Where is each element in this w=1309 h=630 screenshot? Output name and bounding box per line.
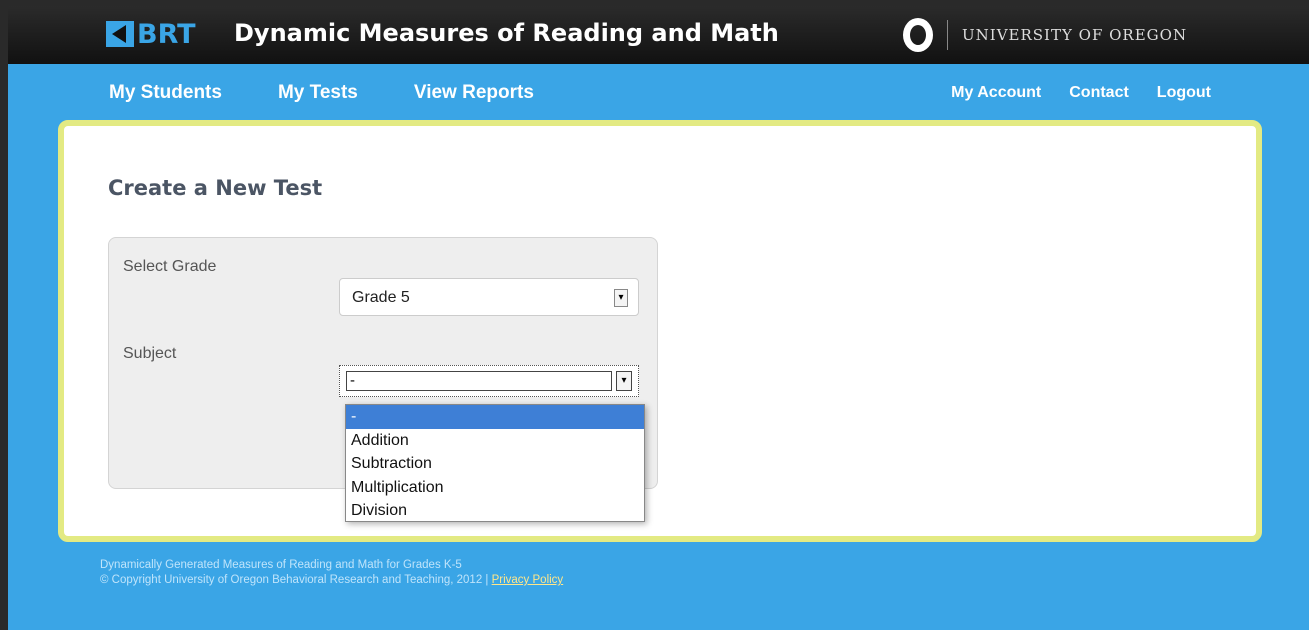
footer: Dynamically Generated Measures of Readin…	[100, 558, 563, 588]
subject-option[interactable]: Multiplication	[346, 476, 644, 500]
subject-dropdown-list: - Addition Subtraction Multiplication Di…	[345, 404, 645, 522]
brt-logo[interactable]: BRT	[106, 18, 196, 50]
site-title: Dynamic Measures of Reading and Math	[234, 19, 779, 47]
subject-option[interactable]: -	[346, 405, 644, 429]
logo-divider	[947, 20, 948, 50]
privacy-policy-link[interactable]: Privacy Policy	[492, 574, 564, 586]
footer-copyright: © Copyright University of Oregon Behavio…	[100, 574, 489, 586]
subject-label: Subject	[123, 345, 177, 362]
footer-line-1: Dynamically Generated Measures of Readin…	[100, 559, 462, 571]
brt-logo-text: BRT	[137, 18, 196, 50]
university-name: UNIVERSITY OF OREGON	[962, 26, 1188, 44]
subject-option[interactable]: Subtraction	[346, 452, 644, 476]
footer-line-2: © Copyright University of Oregon Behavio…	[100, 573, 563, 588]
grade-select[interactable]: Grade 5 ▾	[339, 278, 639, 316]
top-header: BRT Dynamic Measures of Reading and Math…	[8, 6, 1309, 64]
subject-option[interactable]: Division	[346, 499, 644, 523]
nav-view-reports[interactable]: View Reports	[414, 82, 534, 104]
subject-select[interactable]: - ▾	[339, 365, 639, 397]
brt-logo-icon	[106, 21, 134, 47]
university-logo[interactable]: UNIVERSITY OF OREGON	[903, 16, 1187, 54]
chevron-down-icon[interactable]: ▾	[616, 371, 632, 391]
page-title: Create a New Test	[108, 176, 323, 200]
subject-option[interactable]: Addition	[346, 429, 644, 453]
nav-my-account[interactable]: My Account	[951, 84, 1041, 102]
subject-select-value: -	[346, 371, 612, 391]
nav-logout[interactable]: Logout	[1157, 84, 1211, 102]
chevron-down-icon[interactable]: ▾	[614, 289, 628, 307]
account-nav: My Account Contact Logout	[923, 84, 1211, 102]
main-nav: My Students My Tests View Reports	[109, 82, 590, 104]
main-panel: Create a New Test Select Grade Grade 5 ▾…	[58, 120, 1262, 542]
oregon-o-icon	[903, 18, 933, 52]
nav-my-students[interactable]: My Students	[109, 82, 222, 104]
grade-label: Select Grade	[123, 258, 217, 275]
nav-contact[interactable]: Contact	[1069, 84, 1129, 102]
grade-select-value: Grade 5	[352, 289, 410, 306]
nav-my-tests[interactable]: My Tests	[278, 82, 358, 104]
page-frame: BRT Dynamic Measures of Reading and Math…	[8, 6, 1309, 630]
